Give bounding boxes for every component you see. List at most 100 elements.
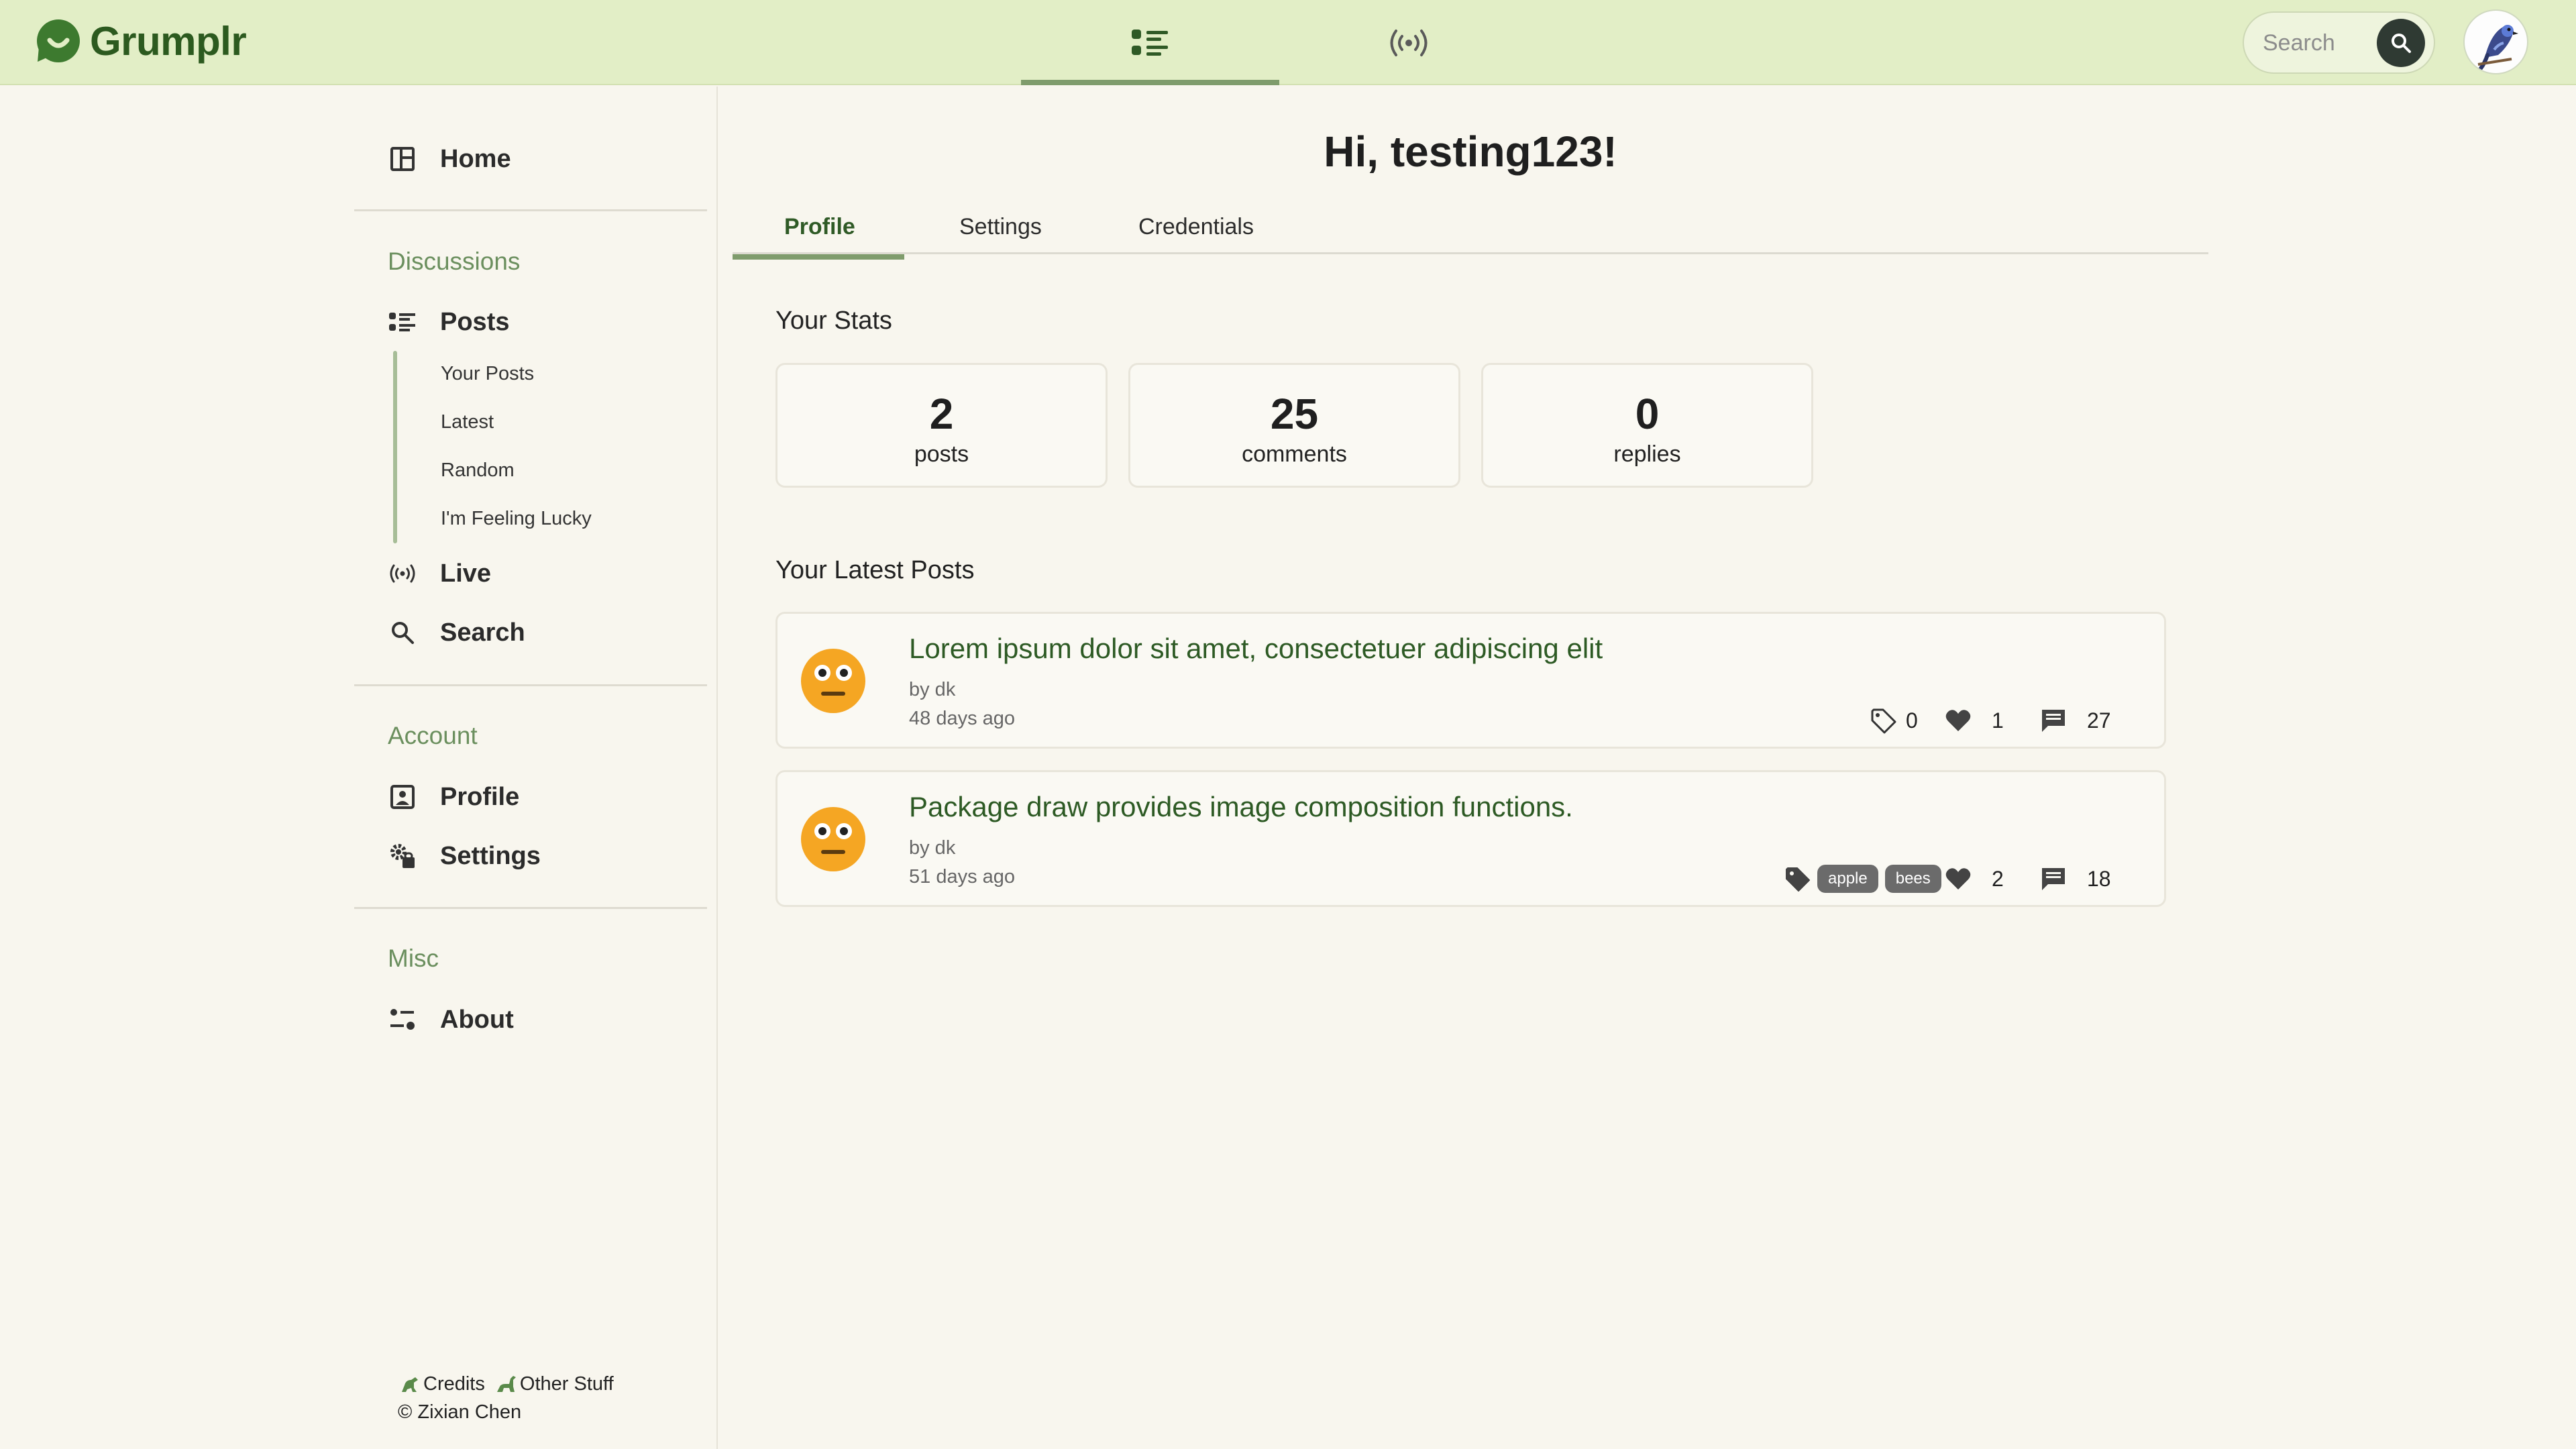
tag-chip-apple[interactable]: apple [1817, 865, 1878, 893]
sidebar-item-posts[interactable]: Posts [388, 302, 509, 342]
tab-profile[interactable]: Profile [784, 214, 855, 240]
sidebar-label-posts: Posts [440, 307, 510, 336]
sidebar-item-about[interactable]: About [388, 1000, 514, 1040]
page-title: Hi, testing123! [1324, 127, 1617, 176]
like-count: 2 [1992, 866, 2004, 891]
copyright-text: © Zixian Chen [398, 1401, 522, 1423]
profile-tabs: Profile Settings Credentials [733, 214, 2208, 254]
sidebar-divider [354, 209, 707, 211]
sidebar-label-about: About [440, 1005, 514, 1034]
like-count: 1 [1992, 708, 2004, 733]
sidebar-label-home: Home [440, 144, 511, 173]
stat-value: 0 [1635, 390, 1660, 438]
stat-value: 2 [929, 390, 954, 438]
tag-count: 0 [1906, 708, 1918, 733]
search-input[interactable] [2263, 29, 2377, 57]
heart-icon [1945, 868, 1971, 890]
sidebar-subitem-latest[interactable]: Latest [441, 411, 494, 433]
topnav-live-tab[interactable] [1279, 0, 1538, 85]
tag-outline-icon [1871, 708, 1896, 734]
latest-posts-heading: Your Latest Posts [775, 556, 975, 584]
post-title-link[interactable]: Lorem ipsum dolor sit amet, consectetuer… [909, 633, 1603, 665]
app-name: Grumplr [90, 18, 247, 64]
heart-icon [1945, 710, 1971, 731]
sidebar-item-settings[interactable]: Settings [388, 836, 541, 876]
search-button[interactable] [2377, 19, 2425, 67]
sidebar-subitem-feeling-lucky[interactable]: I'm Feeling Lucky [441, 508, 592, 530]
sidebar-label-settings: Settings [440, 841, 541, 870]
comment-count: 27 [2087, 708, 2111, 733]
settings-gear-icon [388, 841, 417, 871]
top-bar: Grumplr [0, 0, 2576, 85]
post-comments[interactable]: 18 [2040, 863, 2111, 894]
sidebar-label-profile: Profile [440, 782, 520, 811]
main-content: Hi, testing123! Profile Settings Credent… [719, 87, 2576, 1449]
stat-value: 25 [1270, 390, 1319, 438]
post-title-link[interactable]: Package draw provides image composition … [909, 791, 1573, 823]
sidebar-divider [354, 684, 707, 686]
posts-list-icon [1131, 29, 1168, 56]
search-icon [2392, 34, 2411, 53]
post-likes[interactable]: 1 [1945, 705, 2004, 736]
post-author: by dk [909, 837, 956, 859]
tag-filled-icon [1786, 867, 1810, 892]
sidebar-footer-links: Credits Other Stuff [399, 1373, 614, 1400]
active-tab-indicator [733, 254, 904, 260]
post-card[interactable]: Package draw provides image composition … [775, 770, 2166, 907]
neutral-face-emoji-icon [801, 649, 865, 713]
long-neck-dinosaur-icon [496, 1375, 516, 1392]
stat-label: posts [914, 441, 969, 467]
sidebar-item-home[interactable]: Home [388, 139, 511, 179]
section-heading-account: Account [388, 722, 478, 749]
sidebar-item-live[interactable]: Live [388, 553, 491, 594]
sidebar-label-search: Search [440, 618, 525, 647]
layout-icon [388, 144, 417, 174]
bird-avatar-icon [2477, 25, 2518, 70]
grumplr-logo-icon [37, 19, 80, 62]
live-broadcast-icon [388, 559, 417, 588]
tab-credentials[interactable]: Credentials [1138, 214, 1254, 240]
sidebar-item-profile[interactable]: Profile [388, 777, 519, 817]
comment-icon [2042, 868, 2065, 890]
section-heading-discussions: Discussions [388, 248, 521, 275]
stat-card-posts: 2 posts [775, 363, 1108, 488]
post-tags: apple bees [1784, 863, 1941, 894]
dinosaur-icon [402, 1377, 418, 1392]
credits-link[interactable]: Credits [399, 1373, 485, 1395]
neutral-face-emoji-icon [801, 807, 865, 871]
about-shapes-icon [388, 1005, 417, 1034]
live-broadcast-icon [1390, 29, 1427, 56]
tab-settings[interactable]: Settings [959, 214, 1042, 240]
header-search [2243, 11, 2435, 74]
app-logo[interactable]: Grumplr [35, 17, 247, 64]
credits-label: Credits [423, 1373, 485, 1395]
subnav-indicator [393, 351, 397, 543]
other-stuff-link[interactable]: Other Stuff [496, 1373, 614, 1395]
sidebar-subitem-your-posts[interactable]: Your Posts [441, 363, 534, 385]
comment-count: 18 [2087, 866, 2111, 891]
sidebar-divider [354, 907, 707, 909]
topnav-posts-tab[interactable] [1021, 0, 1279, 85]
stat-label: comments [1242, 441, 1347, 467]
stat-label: replies [1613, 441, 1681, 467]
sidebar-item-search[interactable]: Search [388, 612, 525, 653]
comment-icon [2042, 710, 2065, 732]
post-card[interactable]: Lorem ipsum dolor sit amet, consectetuer… [775, 612, 2166, 749]
post-comments[interactable]: 27 [2040, 705, 2111, 736]
post-author: by dk [909, 679, 956, 700]
other-stuff-label: Other Stuff [519, 1373, 614, 1395]
sidebar-subitem-random[interactable]: Random [441, 460, 515, 482]
tag-chip-bees[interactable]: bees [1884, 865, 1941, 893]
stats-heading: Your Stats [775, 307, 892, 335]
post-likes[interactable]: 2 [1945, 863, 2004, 894]
post-tags-count: 0 [1870, 705, 1918, 736]
section-heading-misc: Misc [388, 945, 439, 972]
user-avatar[interactable] [2463, 9, 2528, 74]
posts-list-icon [388, 307, 417, 337]
search-icon [388, 618, 417, 647]
sidebar: Home Discussions Posts Your Posts Latest… [0, 87, 718, 1449]
post-age: 48 days ago [909, 708, 1016, 729]
post-age: 51 days ago [909, 866, 1016, 888]
profile-card-icon [388, 782, 417, 812]
stat-card-comments: 25 comments [1128, 363, 1460, 488]
